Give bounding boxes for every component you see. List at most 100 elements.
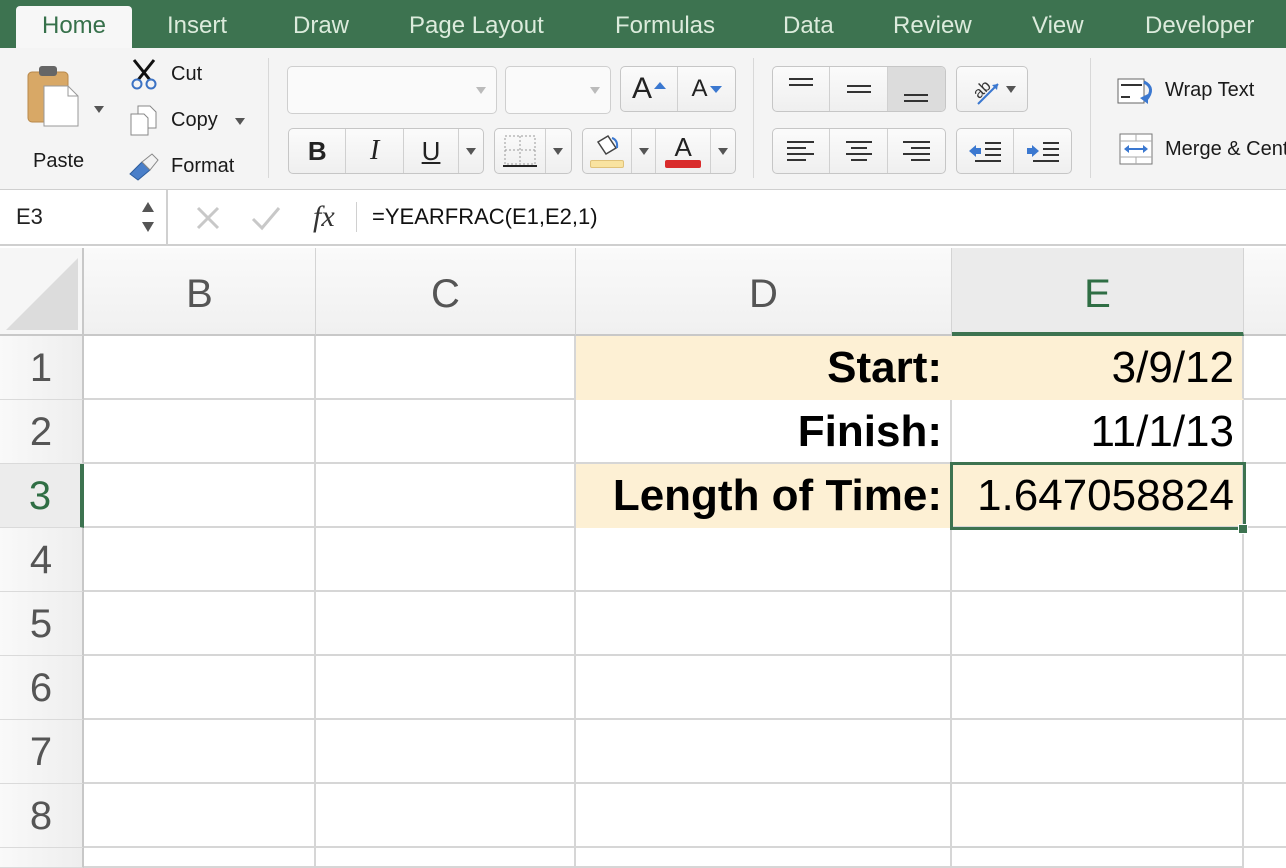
italic-button[interactable]: I	[346, 129, 404, 173]
tab-view[interactable]: View	[1032, 6, 1084, 48]
stepper-up-icon[interactable]	[142, 202, 154, 212]
cell-f8[interactable]	[1244, 784, 1286, 848]
cell-e2[interactable]: 11/1/13	[952, 400, 1244, 464]
align-bottom-button[interactable]	[887, 67, 945, 111]
cell-c2[interactable]	[316, 400, 576, 464]
cell-c6[interactable]	[316, 656, 576, 720]
align-middle-button[interactable]	[830, 67, 888, 111]
tab-home[interactable]: Home	[16, 6, 133, 48]
cell-f4[interactable]	[1244, 528, 1286, 592]
row-header-3[interactable]: 3	[0, 464, 84, 528]
cell-c4[interactable]	[316, 528, 576, 592]
row-header-8[interactable]: 8	[0, 784, 84, 848]
cell-f2[interactable]	[1244, 400, 1286, 464]
cell-f6[interactable]	[1244, 656, 1286, 720]
column-header-f[interactable]	[1244, 248, 1286, 336]
row-header-1[interactable]: 1	[0, 336, 84, 400]
fill-handle[interactable]	[1238, 524, 1248, 534]
row-header-2[interactable]: 2	[0, 400, 84, 464]
cell-c5[interactable]	[316, 592, 576, 656]
cell-c7[interactable]	[316, 720, 576, 784]
cell-e7[interactable]	[952, 720, 1244, 784]
font-color-button[interactable]: A	[656, 129, 712, 173]
cell-d5[interactable]	[576, 592, 952, 656]
cell-c8[interactable]	[316, 784, 576, 848]
cell-d1[interactable]: Start:	[576, 336, 952, 400]
formula-input[interactable]: =YEARFRAC(E1,E2,1)	[372, 204, 598, 230]
copy-button[interactable]: Copy	[128, 104, 258, 138]
cell-e8[interactable]	[952, 784, 1244, 848]
borders-dropdown[interactable]	[546, 129, 571, 173]
cell-f3[interactable]	[1244, 464, 1286, 528]
underline-dropdown[interactable]	[459, 129, 483, 173]
cell-b6[interactable]	[84, 656, 316, 720]
cell-c1[interactable]	[316, 336, 576, 400]
cell-d3[interactable]: Length of Time:	[576, 464, 952, 528]
column-header-c[interactable]: C	[316, 248, 576, 336]
cell-b9[interactable]	[84, 848, 316, 868]
cell-d7[interactable]	[576, 720, 952, 784]
column-header-b[interactable]: B	[84, 248, 316, 336]
tab-data[interactable]: Data	[783, 6, 834, 48]
cell-f1[interactable]	[1244, 336, 1286, 400]
underline-button[interactable]: U	[404, 129, 460, 173]
fill-color-button[interactable]	[583, 129, 633, 173]
tab-insert[interactable]: Insert	[167, 6, 227, 48]
cell-c9[interactable]	[316, 848, 576, 868]
cancel-icon[interactable]	[194, 204, 222, 232]
increase-indent-button[interactable]	[1014, 129, 1071, 173]
stepper-down-icon[interactable]	[142, 222, 154, 232]
align-top-button[interactable]	[773, 67, 831, 111]
cell-b1[interactable]	[84, 336, 316, 400]
cell-c3[interactable]	[316, 464, 576, 528]
cell-e4[interactable]	[952, 528, 1244, 592]
align-left-button[interactable]	[773, 129, 831, 173]
column-header-d[interactable]: D	[576, 248, 952, 336]
cell-b2[interactable]	[84, 400, 316, 464]
merge-center-button[interactable]: Merge & Center	[1116, 132, 1286, 168]
wrap-text-button[interactable]: Wrap Text	[1116, 74, 1286, 110]
row-header-4[interactable]: 4	[0, 528, 84, 592]
cell-e1[interactable]: 3/9/12	[952, 336, 1244, 400]
cell-d9[interactable]	[576, 848, 952, 868]
tab-developer[interactable]: Developer	[1145, 6, 1254, 48]
cut-button[interactable]: Cut	[128, 58, 258, 92]
cell-d6[interactable]	[576, 656, 952, 720]
cell-e9[interactable]	[952, 848, 1244, 868]
cell-d8[interactable]	[576, 784, 952, 848]
fill-color-dropdown[interactable]	[632, 129, 657, 173]
name-box[interactable]: E3	[0, 190, 168, 246]
cell-b3[interactable]	[84, 464, 316, 528]
cell-b5[interactable]	[84, 592, 316, 656]
cell-b8[interactable]	[84, 784, 316, 848]
select-all-corner[interactable]	[0, 248, 84, 336]
format-painter-button[interactable]: Format	[128, 150, 258, 184]
paste-dropdown-icon[interactable]	[94, 106, 104, 113]
confirm-check-icon[interactable]	[250, 204, 282, 232]
align-center-button[interactable]	[830, 129, 888, 173]
align-right-button[interactable]	[888, 129, 945, 173]
cell-f5[interactable]	[1244, 592, 1286, 656]
cell-e6[interactable]	[952, 656, 1244, 720]
row-header-5[interactable]: 5	[0, 592, 84, 656]
borders-button[interactable]	[495, 129, 546, 173]
cell-b4[interactable]	[84, 528, 316, 592]
column-header-e[interactable]: E	[952, 248, 1244, 336]
tab-draw[interactable]: Draw	[293, 6, 349, 48]
row-header-9[interactable]	[0, 848, 84, 868]
tab-review[interactable]: Review	[893, 6, 972, 48]
tab-formulas[interactable]: Formulas	[615, 6, 715, 48]
cell-d4[interactable]	[576, 528, 952, 592]
bold-button[interactable]: B	[289, 129, 347, 173]
orientation-button[interactable]: ab	[956, 66, 1028, 112]
cell-d2[interactable]: Finish:	[576, 400, 952, 464]
orientation-inner[interactable]: ab	[957, 67, 1027, 111]
cell-b7[interactable]	[84, 720, 316, 784]
decrease-indent-button[interactable]	[957, 129, 1015, 173]
font-color-dropdown[interactable]	[711, 129, 735, 173]
font-name-dropdown[interactable]	[287, 66, 497, 114]
tab-page-layout[interactable]: Page Layout	[409, 6, 544, 48]
increase-font-size-button[interactable]: A	[621, 67, 679, 111]
row-header-7[interactable]: 7	[0, 720, 84, 784]
font-size-dropdown[interactable]	[505, 66, 611, 114]
